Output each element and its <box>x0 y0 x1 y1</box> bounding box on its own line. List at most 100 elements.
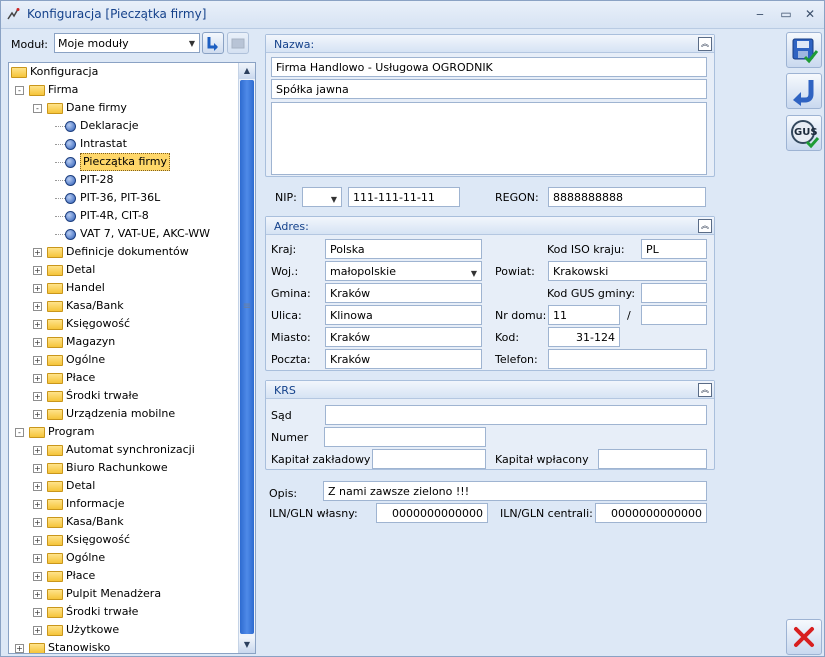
nip-prefix-select[interactable]: ▼ <box>302 187 342 207</box>
nazwa-line2-input[interactable]: Spółka jawna <box>271 79 707 99</box>
tree-item[interactable]: PIT-36, PIT-36L <box>9 189 237 207</box>
expand-node-icon[interactable]: + <box>33 392 42 401</box>
scroll-up-icon[interactable]: ▲ <box>239 63 255 79</box>
collapse-krs-icon[interactable]: ︽ <box>698 383 712 397</box>
expand-node-icon[interactable]: + <box>33 248 42 257</box>
expand-node-icon[interactable]: + <box>33 320 42 329</box>
minimize-button[interactable]: ‒ <box>749 5 771 23</box>
opis-input[interactable]: Z nami zawsze zielono !!! <box>323 481 707 501</box>
tree-item[interactable]: + Definicje dokumentów <box>9 243 237 261</box>
expand-node-icon[interactable]: + <box>33 536 42 545</box>
gus-input[interactable] <box>641 283 707 303</box>
tree-item[interactable]: + Środki trwałe <box>9 603 237 621</box>
tree-item[interactable]: PIT-28 <box>9 171 237 189</box>
nip-input[interactable]: 111-111-11-11 <box>348 187 460 207</box>
tree-item[interactable]: - Firma <box>9 81 237 99</box>
collapse-adres-icon[interactable]: ︽ <box>698 219 712 233</box>
expand-node-icon[interactable]: + <box>33 284 42 293</box>
nazwa-line1-input[interactable]: Firma Handlowo - Usługowa OGRODNIK <box>271 57 707 77</box>
expand-node-icon[interactable]: + <box>33 356 42 365</box>
nazwa-line3-input[interactable] <box>271 102 707 175</box>
iso-input[interactable]: PL <box>641 239 707 259</box>
expand-node-icon[interactable]: + <box>33 266 42 275</box>
tree-item[interactable]: + Magazyn <box>9 333 237 351</box>
telefon-input[interactable] <box>548 349 707 369</box>
kapital-zakladowy-input[interactable] <box>372 449 486 469</box>
tree-item[interactable]: + Płace <box>9 567 237 585</box>
expand-node-icon[interactable]: + <box>33 626 42 635</box>
module-select[interactable]: Moje moduły ▼ <box>54 33 200 53</box>
maximize-button[interactable]: ▭ <box>775 5 797 23</box>
tree-item[interactable]: + Biuro Rachunkowe <box>9 459 237 477</box>
tree-item[interactable]: + Detal <box>9 261 237 279</box>
tree-item[interactable]: + Ogólne <box>9 549 237 567</box>
tree-item[interactable]: + Ogólne <box>9 351 237 369</box>
collapse-node-icon[interactable]: - <box>33 104 42 113</box>
scroll-thumb[interactable] <box>240 80 254 634</box>
module-refresh-button[interactable] <box>202 32 224 54</box>
nrdomu-input[interactable]: 11 <box>548 305 620 325</box>
tree-item[interactable]: + Użytkowe <box>9 621 237 639</box>
ulica-input[interactable]: Klinowa <box>325 305 482 325</box>
expand-node-icon[interactable]: + <box>33 590 42 599</box>
save-button[interactable] <box>786 32 822 68</box>
poczta-input[interactable]: Kraków <box>325 349 482 369</box>
tree-item[interactable]: + Informacje <box>9 495 237 513</box>
expand-node-icon[interactable]: + <box>33 464 42 473</box>
tree-item[interactable]: + Stanowisko <box>9 639 237 653</box>
tree-item[interactable]: Deklaracje <box>9 117 237 135</box>
kod-input[interactable]: 31-124 <box>548 327 620 347</box>
woj-select[interactable]: małopolskie ▼ <box>325 261 482 281</box>
module-edit-button[interactable] <box>227 32 249 54</box>
tree-item[interactable]: + Pulpit Menadżera <box>9 585 237 603</box>
gmina-input[interactable]: Kraków <box>325 283 482 303</box>
tree-item[interactable]: + Księgowość <box>9 531 237 549</box>
splitter-grip-icon[interactable]: ≡ <box>237 301 257 317</box>
expand-node-icon[interactable]: + <box>33 500 42 509</box>
scroll-down-icon[interactable]: ▼ <box>239 637 255 653</box>
collapse-node-icon[interactable]: - <box>15 86 24 95</box>
tree-item[interactable]: + Środki trwałe <box>9 387 237 405</box>
close-window-button[interactable]: ✕ <box>799 5 821 23</box>
undo-button[interactable] <box>786 73 822 109</box>
collapse-node-icon[interactable]: - <box>15 428 24 437</box>
gln-wlasny-input[interactable]: 0000000000000 <box>376 503 488 523</box>
tree-item[interactable]: + Handel <box>9 279 237 297</box>
collapse-nazwa-icon[interactable]: ︽ <box>698 37 712 51</box>
expand-node-icon[interactable]: + <box>33 410 42 419</box>
powiat-input[interactable]: Krakowski <box>548 261 707 281</box>
tree-item[interactable]: + Kasa/Bank <box>9 513 237 531</box>
kraj-input[interactable]: Polska <box>325 239 482 259</box>
close-button[interactable] <box>786 619 822 655</box>
expand-node-icon[interactable]: + <box>33 302 42 311</box>
tree-item[interactable]: - Program <box>9 423 237 441</box>
tree-item[interactable]: + Automat synchronizacji <box>9 441 237 459</box>
expand-node-icon[interactable]: + <box>33 608 42 617</box>
expand-node-icon[interactable]: + <box>33 518 42 527</box>
regon-input[interactable]: 8888888888 <box>548 187 706 207</box>
nrlokalu-input[interactable] <box>641 305 707 325</box>
tree-scrollbar[interactable]: ▲ ▼ <box>238 63 255 653</box>
expand-node-icon[interactable]: + <box>33 572 42 581</box>
tree-item[interactable]: + Kasa/Bank <box>9 297 237 315</box>
tree-item[interactable]: + Urządzenia mobilne <box>9 405 237 423</box>
tree-item[interactable]: PIT-4R, CIT-8 <box>9 207 237 225</box>
expand-node-icon[interactable]: + <box>33 338 42 347</box>
gus-button[interactable]: GUS <box>786 115 822 151</box>
miasto-input[interactable]: Kraków <box>325 327 482 347</box>
kapital-wplacony-input[interactable] <box>598 449 707 469</box>
tree-item[interactable]: + Płace <box>9 369 237 387</box>
tree-item[interactable]: Konfiguracja <box>9 63 237 81</box>
gln-centrali-input[interactable]: 0000000000000 <box>595 503 707 523</box>
tree-item[interactable]: + Detal <box>9 477 237 495</box>
tree-item[interactable]: Intrastat <box>9 135 237 153</box>
expand-node-icon[interactable]: + <box>33 374 42 383</box>
tree-item[interactable]: Pieczątka firmy <box>9 153 237 171</box>
expand-node-icon[interactable]: + <box>33 554 42 563</box>
tree-item[interactable]: VAT 7, VAT-UE, AKC-WW <box>9 225 237 243</box>
expand-node-icon[interactable]: + <box>33 446 42 455</box>
expand-node-icon[interactable]: + <box>33 482 42 491</box>
numer-input[interactable] <box>324 427 486 447</box>
tree-item[interactable]: + Księgowość <box>9 315 237 333</box>
tree-item[interactable]: - Dane firmy <box>9 99 237 117</box>
